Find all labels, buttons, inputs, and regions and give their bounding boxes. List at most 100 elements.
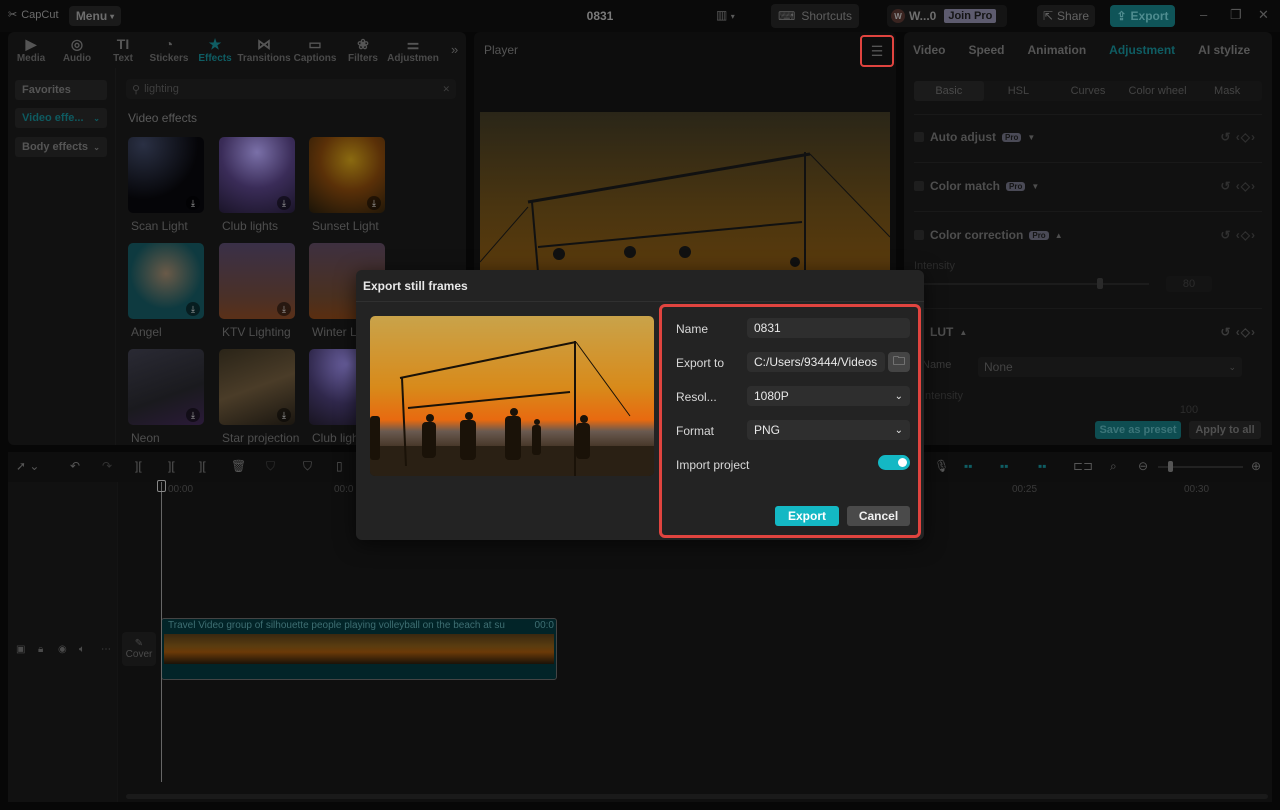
preview-axis-icon[interactable]: ⊏⊐	[1073, 459, 1093, 473]
format-select[interactable]: PNG ⌄	[747, 420, 910, 440]
caret-up-icon[interactable]: ▲	[959, 328, 967, 337]
select-tool-icon[interactable]: ➚ ⌄	[16, 459, 39, 473]
minimize-button[interactable]: –	[1200, 7, 1207, 22]
export-path-input[interactable]: C:/Users/93444/Videos...	[747, 352, 885, 372]
effect-item[interactable]: ⤓ Club lights	[219, 137, 295, 233]
user-account[interactable]: W W...0 Join Pro	[887, 5, 1007, 27]
eye-icon[interactable]: ◉	[58, 644, 67, 655]
download-icon[interactable]: ⤓	[186, 302, 200, 316]
subtab-curves[interactable]: Curves	[1053, 81, 1123, 101]
effect-item[interactable]: ⤓ Sunset Light	[309, 137, 385, 233]
reset-icon[interactable]: ↺	[1220, 179, 1231, 193]
effect-item[interactable]: ⤓ KTV Lighting	[219, 243, 295, 339]
playhead-handle[interactable]	[157, 480, 166, 492]
subtab-mask[interactable]: Mask	[1192, 81, 1262, 101]
snap-icon[interactable]: ▪▪	[1000, 459, 1009, 473]
subtab-basic[interactable]: Basic	[914, 81, 984, 101]
effect-item[interactable]: ⤓ Neon	[128, 349, 204, 445]
timeline-scrollbar[interactable]	[126, 794, 1268, 799]
reset-icon[interactable]: ↺	[1220, 325, 1231, 339]
color-correction-checkbox[interactable]	[914, 230, 924, 240]
search-input[interactable]: ⚲ lighting ✕	[126, 79, 456, 99]
redo-icon[interactable]: ↷	[102, 459, 112, 473]
apply-to-all-button[interactable]: Apply to all	[1189, 421, 1261, 439]
browse-folder-button[interactable]: 🗀	[888, 352, 910, 372]
close-button[interactable]: ✕	[1258, 7, 1269, 23]
category-body-effects[interactable]: Body effects ⌄	[15, 137, 107, 157]
delete-icon[interactable]: 🗑	[231, 459, 246, 473]
zoom-out-icon[interactable]: ⊖	[1138, 459, 1148, 473]
split-right-icon[interactable]: ][	[199, 459, 206, 473]
lut-intensity-input[interactable]: 100	[1166, 404, 1212, 416]
keyframe-controls[interactable]: ↺ ‹◇›	[1220, 179, 1256, 193]
name-input[interactable]: 0831	[747, 318, 910, 338]
crop-icon[interactable]: ▯	[336, 459, 343, 473]
keyframe-controls[interactable]: ↺ ‹◇›	[1220, 130, 1256, 144]
tab-adjustment[interactable]: Adjustment	[1095, 43, 1184, 57]
tab-text[interactable]: TI Text	[100, 32, 146, 68]
subtab-color-wheel[interactable]: Color wheel	[1123, 81, 1193, 101]
export-button[interactable]: ⇪ Export	[1110, 5, 1175, 27]
lut-name-select[interactable]: None ⌄	[978, 357, 1242, 377]
effect-item[interactable]: ⤓ Scan Light	[128, 137, 204, 233]
video-preview[interactable]	[480, 112, 890, 272]
auto-adjust-checkbox[interactable]	[914, 132, 924, 142]
tab-transitions[interactable]: ⋈ Transitions	[237, 32, 290, 68]
keyframe-controls[interactable]: ↺ ‹◇›	[1220, 325, 1256, 339]
import-project-toggle[interactable]	[878, 455, 910, 470]
tab-filters[interactable]: ❀ Filters	[340, 32, 386, 68]
undo-icon[interactable]: ↶	[70, 459, 80, 473]
tab-video[interactable]: Video	[904, 43, 954, 57]
category-favorites[interactable]: Favorites	[15, 80, 107, 100]
subtab-hsl[interactable]: HSL	[984, 81, 1054, 101]
cover-button[interactable]: ✎ Cover	[122, 632, 156, 666]
tab-adjustment[interactable]: ⚌ Adjustmen	[386, 32, 440, 68]
caret-down-icon[interactable]: ▼	[1031, 182, 1039, 191]
reset-icon[interactable]: ↺	[1220, 130, 1231, 144]
playhead[interactable]	[161, 482, 162, 782]
tab-stickers[interactable]: ◔ Stickers	[146, 32, 192, 68]
tab-animation[interactable]: Animation	[1013, 43, 1095, 57]
intensity-slider-handle[interactable]	[1097, 278, 1103, 289]
download-icon[interactable]: ⤓	[186, 408, 200, 422]
shield-icon[interactable]: ⛉	[266, 459, 275, 474]
tab-effects[interactable]: ★ Effects	[192, 32, 238, 68]
color-match-checkbox[interactable]	[914, 181, 924, 191]
reset-icon[interactable]: ↺	[1220, 228, 1231, 242]
player-menu-button[interactable]: ☰	[860, 35, 894, 67]
magnet-icon[interactable]: ▪▪	[964, 459, 973, 473]
download-icon[interactable]: ⤓	[367, 196, 381, 210]
effect-item[interactable]: ⤓ Angel	[128, 243, 204, 339]
tab-captions[interactable]: ▭ Captions	[290, 32, 340, 68]
keyframe-controls[interactable]: ↺ ‹◇›	[1220, 228, 1256, 242]
video-clip[interactable]: Travel Video group of silhouette people …	[161, 618, 557, 680]
caret-down-icon[interactable]: ▼	[1027, 133, 1035, 142]
zoom-slider-handle[interactable]	[1168, 461, 1173, 472]
tab-audio[interactable]: ◎ Audio	[54, 32, 100, 68]
tab-media[interactable]: ▶ Media	[8, 32, 54, 68]
volume-icon[interactable]: 🔈︎	[79, 644, 85, 655]
zoom-fit-icon[interactable]: ⌕	[1110, 459, 1117, 474]
join-pro-button[interactable]: Join Pro	[944, 9, 997, 23]
menu-button[interactable]: Menu ▾	[69, 6, 121, 26]
download-icon[interactable]: ⤓	[277, 196, 291, 210]
microphone-icon[interactable]: 🎙	[934, 459, 949, 473]
shortcuts-button[interactable]: ⌨ Shortcuts	[771, 4, 859, 28]
split-icon[interactable]: ][	[135, 459, 142, 473]
share-button[interactable]: ⇱ Share	[1037, 5, 1095, 27]
download-icon[interactable]: ⤓	[186, 196, 200, 210]
lock-icon[interactable]: 🔒︎	[38, 644, 43, 655]
intensity-slider[interactable]	[924, 283, 1149, 285]
more-icon[interactable]: ⋯	[101, 644, 111, 655]
layout-button[interactable]: ▥ ▾	[716, 8, 735, 22]
tab-speed[interactable]: Speed	[954, 43, 1013, 57]
clear-search-icon[interactable]: ✕	[442, 84, 450, 95]
marker-icon[interactable]: ⛉	[303, 459, 312, 474]
intensity-input[interactable]: 80	[1166, 276, 1212, 292]
link-icon[interactable]: ▪▪	[1038, 459, 1047, 473]
zoom-in-icon[interactable]: ⊕	[1251, 459, 1261, 473]
more-tabs-icon[interactable]: »	[451, 42, 458, 57]
category-video-effects[interactable]: Video effe... ⌄	[15, 108, 107, 128]
maximize-button[interactable]: ❐	[1230, 7, 1242, 23]
download-icon[interactable]: ⤓	[277, 302, 291, 316]
